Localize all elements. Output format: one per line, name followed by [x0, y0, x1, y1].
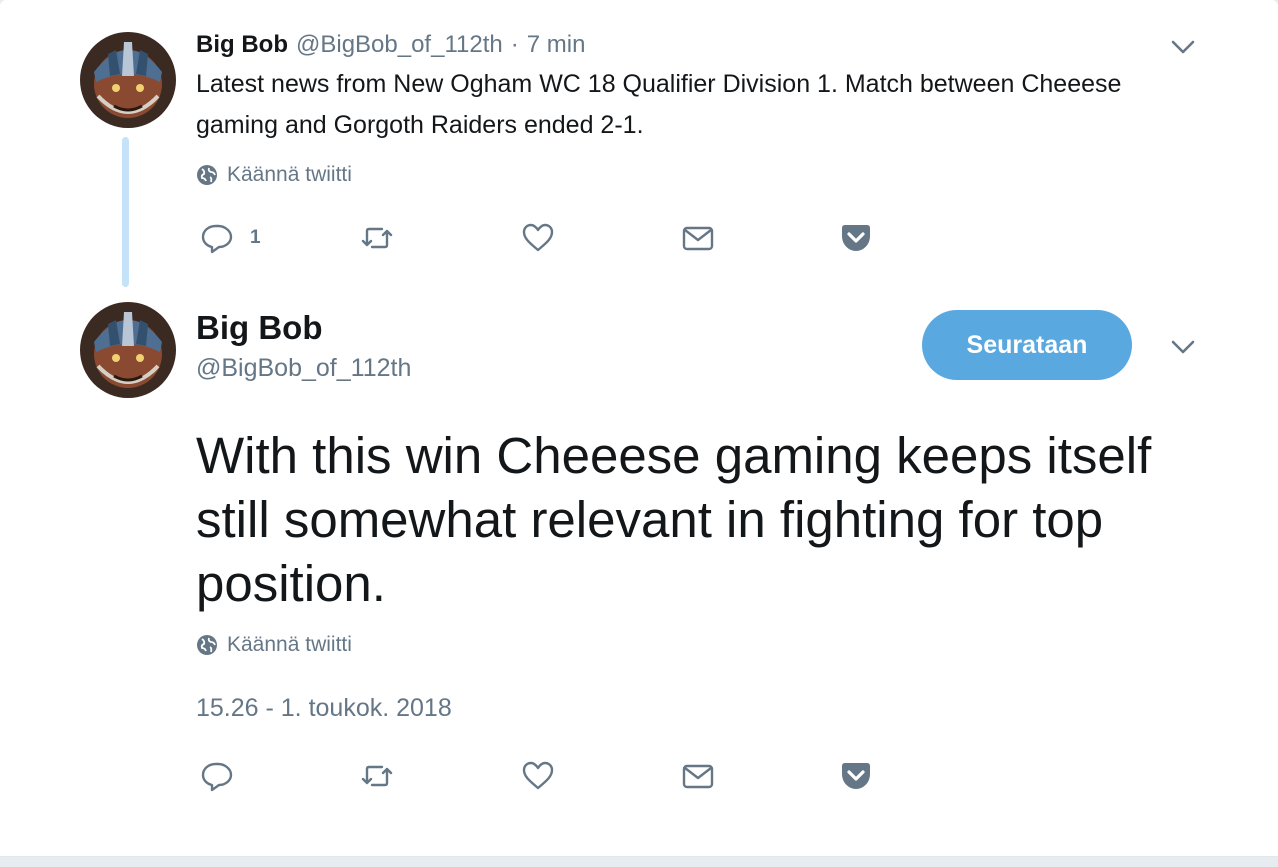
- chevron-down-icon[interactable]: [1168, 332, 1198, 362]
- pocket-button[interactable]: [839, 221, 873, 255]
- direct-message-icon: [681, 221, 715, 255]
- translate-label: Käännä twiitti: [227, 163, 352, 186]
- following-button[interactable]: Seurataan: [922, 310, 1132, 380]
- direct-message-icon: [681, 759, 715, 793]
- like-button[interactable]: [521, 221, 555, 255]
- reply-icon: [200, 759, 234, 793]
- translate-tweet-link[interactable]: Käännä twiitti: [196, 163, 352, 187]
- direct-message-button[interactable]: [681, 221, 715, 255]
- like-icon: [521, 221, 555, 255]
- chevron-down-icon[interactable]: [1168, 32, 1198, 62]
- avatar[interactable]: [80, 32, 176, 128]
- author-handle[interactable]: @BigBob_of_112th: [196, 354, 411, 383]
- header-separator: ·: [510, 31, 519, 58]
- globe-icon: [196, 634, 218, 656]
- retweet-button[interactable]: [360, 221, 394, 255]
- thread-line: [122, 137, 129, 287]
- globe-icon: [196, 164, 218, 186]
- retweet-button[interactable]: [360, 759, 394, 793]
- avatar[interactable]: [80, 302, 176, 398]
- tweet-text: With this win Cheeese gaming keeps itsel…: [196, 427, 1152, 612]
- tweet-header: Big Bob @BigBob_of_112th · 7 min: [196, 31, 585, 59]
- like-button[interactable]: [521, 759, 555, 793]
- pocket-icon: [839, 221, 873, 255]
- author-handle[interactable]: @BigBob_of_112th: [296, 31, 503, 59]
- retweet-icon: [360, 759, 394, 793]
- reply-icon: [200, 221, 234, 255]
- tweet-text: Latest news from New Ogham WC 18 Qualifi…: [196, 70, 1122, 139]
- author-name[interactable]: Big Bob: [196, 31, 288, 59]
- direct-message-button[interactable]: [681, 759, 715, 793]
- like-icon: [521, 759, 555, 793]
- pocket-icon: [839, 759, 873, 793]
- tweet-card: Big Bob @BigBob_of_112th · 7 min Latest …: [0, 0, 1278, 856]
- author-name[interactable]: Big Bob: [196, 309, 322, 347]
- reply-button[interactable]: [200, 759, 234, 793]
- translate-label: Käännä twiitti: [227, 633, 352, 656]
- reply-count: 1: [250, 227, 261, 248]
- translate-tweet-link[interactable]: Käännä twiitti: [196, 633, 352, 657]
- tweet-time[interactable]: 7 min: [527, 31, 586, 59]
- reply-button[interactable]: 1: [200, 221, 261, 255]
- bottom-divider: [0, 856, 1278, 867]
- tweet-timestamp[interactable]: 15.26 - 1. toukok. 2018: [196, 694, 452, 723]
- pocket-button[interactable]: [839, 759, 873, 793]
- retweet-icon: [360, 221, 394, 255]
